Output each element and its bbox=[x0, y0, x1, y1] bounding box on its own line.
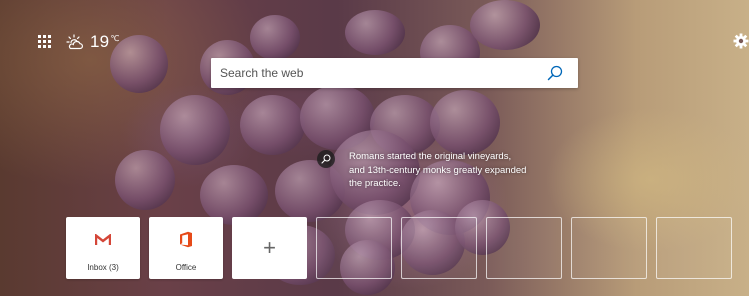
empty-tile bbox=[571, 217, 647, 279]
background-grape bbox=[470, 0, 540, 50]
gear-icon[interactable] bbox=[733, 33, 749, 49]
background-grape bbox=[115, 150, 175, 210]
tile-label: Office bbox=[175, 263, 197, 272]
background-grape bbox=[345, 10, 405, 55]
gmail-icon bbox=[94, 233, 112, 251]
top-bar-left: 19 ℃ bbox=[38, 32, 119, 52]
search-icon[interactable] bbox=[547, 65, 563, 81]
tile-label: Inbox (3) bbox=[87, 263, 119, 272]
tile-inbox[interactable]: Inbox (3) bbox=[66, 217, 140, 279]
plus-icon: + bbox=[263, 235, 276, 260]
search-icon[interactable] bbox=[317, 150, 335, 168]
tile-office[interactable]: Office bbox=[149, 217, 223, 279]
office-icon bbox=[179, 231, 193, 253]
fact-text[interactable]: Romans started the original vineyards, a… bbox=[349, 150, 529, 191]
background-grape bbox=[200, 165, 268, 225]
temperature-unit: ℃ bbox=[110, 34, 120, 43]
background-grape bbox=[430, 90, 500, 155]
waffle-grid-icon[interactable] bbox=[38, 35, 52, 49]
background-grape bbox=[160, 95, 230, 165]
new-tab-page: 19 ℃ Search the web Romans started the o… bbox=[0, 0, 749, 296]
quick-links: Inbox (3) Office + bbox=[66, 217, 741, 279]
empty-tile bbox=[316, 217, 392, 279]
empty-tile bbox=[486, 217, 562, 279]
partly-sunny-icon bbox=[66, 34, 84, 50]
background-grape bbox=[250, 15, 300, 60]
weather-widget[interactable]: 19 ℃ bbox=[66, 32, 119, 52]
search-input[interactable] bbox=[211, 58, 540, 88]
background-grape bbox=[240, 95, 305, 155]
empty-tile bbox=[656, 217, 732, 279]
empty-tile bbox=[401, 217, 477, 279]
temperature-value: 19 bbox=[90, 32, 110, 51]
add-site-button[interactable]: + bbox=[232, 217, 307, 279]
search-box bbox=[211, 58, 578, 88]
image-fact: Romans started the original vineyards, a… bbox=[317, 150, 529, 191]
